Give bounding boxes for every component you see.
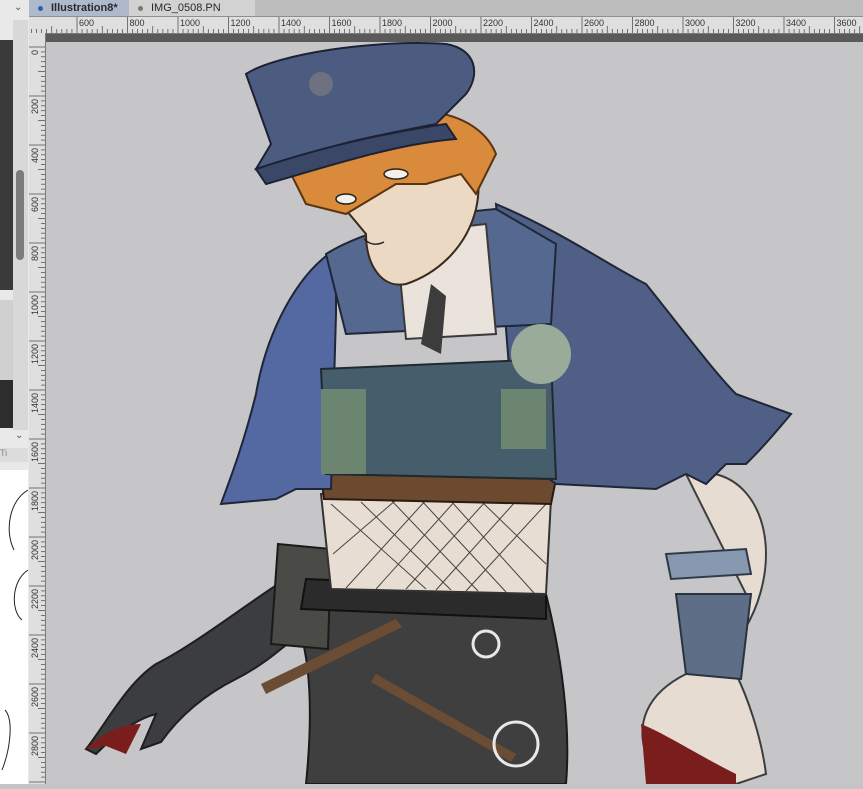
ruler-tick-label: 3000: [685, 18, 705, 28]
panel-scrollbar-thumb[interactable]: [16, 170, 24, 260]
ruler-tick-label: 2800: [635, 18, 655, 28]
tab-label: IMG_0508.PN: [151, 2, 221, 14]
reference-sketch-preview[interactable]: [0, 470, 29, 784]
panel-label-text: Ti: [0, 448, 8, 458]
ruler-tick-label: 1800: [382, 18, 402, 28]
ruler-tick-label: 600: [30, 197, 40, 212]
drawing-canvas[interactable]: [46, 34, 863, 784]
character-illustration: [84, 42, 793, 784]
panel-thumbnail-dark-2: [0, 380, 13, 428]
ruler-tick-label: 1200: [30, 344, 40, 364]
tab-img-0508[interactable]: IMG_0508.PN: [129, 0, 255, 16]
ruler-tick-label: 600: [79, 18, 94, 28]
panel-thumbnail-dark: [0, 40, 13, 290]
panel-thumbnail-light: [0, 300, 13, 380]
document-tab-bar: Illustration8* IMG_0508.PN: [29, 0, 863, 17]
document-dot-icon: [138, 6, 143, 11]
canvas-top-edge: [46, 34, 863, 42]
chevron-down-icon[interactable]: ⌄: [15, 430, 23, 441]
ruler-tick-label: 3600: [837, 18, 857, 28]
document-dot-icon: [38, 6, 43, 11]
ruler-tick-label: 2600: [584, 18, 604, 28]
ruler-tick-label: 2200: [30, 589, 40, 609]
ruler-tick-label: 1000: [30, 295, 40, 315]
ruler-tick-label: 2600: [30, 687, 40, 707]
ruler-tick-label: 2400: [30, 638, 40, 658]
panel-label: Ti: [0, 448, 28, 462]
ruler-tick-label: 0: [30, 50, 40, 55]
ruler-tick-label: 200: [30, 99, 40, 114]
tab-label: Illustration8*: [51, 2, 118, 14]
ruler-tick-label: 3400: [786, 18, 806, 28]
chevron-down-icon[interactable]: ⌄: [14, 2, 22, 13]
ruler-tick-label: 1800: [30, 491, 40, 511]
ruler-tick-label: 1600: [30, 442, 40, 462]
ruler-tick-label: 1600: [332, 18, 352, 28]
ruler-tick-label: 2800: [30, 736, 40, 756]
left-side-panel: ⌄ ⌄ Ti: [0, 0, 30, 784]
ruler-tick-label: 800: [130, 18, 145, 28]
ruler-tick-label: 2000: [30, 540, 40, 560]
ruler-tick-label: 1400: [30, 393, 40, 413]
vertical-ruler[interactable]: 0 200 400 600 800 1000 1200 1400 1600 1800 2000 220…: [29, 33, 46, 784]
ruler-tick-label: 1400: [281, 18, 301, 28]
horizontal-ruler[interactable]: 600 800 1000 1200 1400 1600 1800 2000 2200 2400 26…: [29, 17, 863, 34]
ruler-tick-label: 3200: [736, 18, 756, 28]
ruler-tick-label: 1200: [231, 18, 251, 28]
ruler-tick-label: 2400: [534, 18, 554, 28]
ruler-tick-label: 400: [30, 148, 40, 163]
ruler-tick-label: 2000: [433, 18, 453, 28]
ruler-tick-label: 800: [30, 246, 40, 261]
ruler-tick-label: 1000: [180, 18, 200, 28]
ruler-tick-label: 2200: [483, 18, 503, 28]
